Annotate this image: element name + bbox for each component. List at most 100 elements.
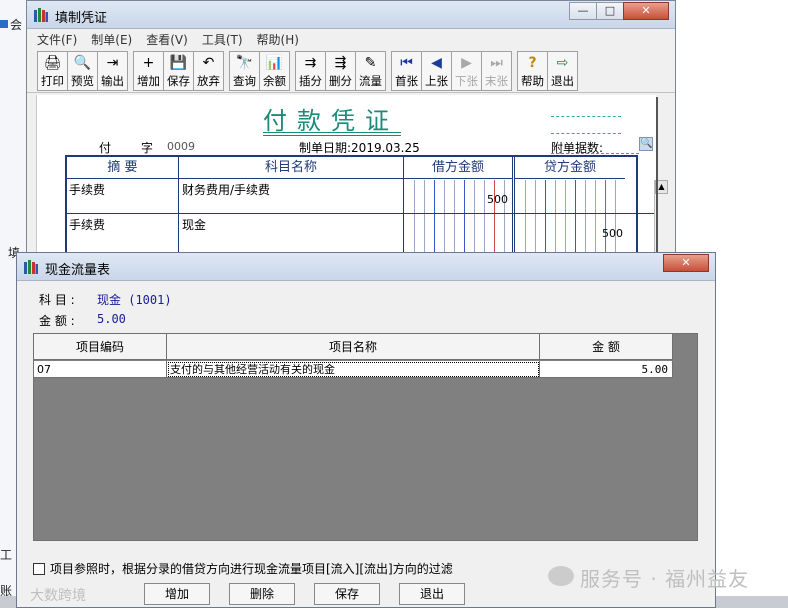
delete-entry-button[interactable]: ⇶ 删分 [325,51,356,91]
discard-button[interactable]: ↶ 放弃 [193,51,224,91]
column-header-code[interactable]: 项目编码 [34,334,167,360]
delete-row-icon: ⇶ [334,55,347,71]
binoculars-icon: 🔭 [235,55,254,71]
cash-flow-dialog-titlebar[interactable]: 现金流量表 ✕ [17,253,715,281]
entry-summary[interactable]: 手续费 [69,216,105,233]
exit-button[interactable]: ⇨ 退出 [547,51,578,91]
filter-checkbox[interactable] [33,562,45,575]
pen-icon: ✎ [364,55,377,71]
save-button[interactable]: 💾 保存 [163,51,194,91]
grid-line [67,213,654,214]
help-button[interactable]: ? 帮助 [517,51,548,91]
table-cell-amount[interactable]: 5.00 [540,361,673,378]
credit-digit-lines [515,180,625,262]
background-fragment: 工 [0,548,13,562]
add-button[interactable]: + 增加 [133,51,164,91]
minimize-button[interactable]: — [569,2,597,20]
menu-tools[interactable]: 工具(T) [202,31,243,48]
cash-flow-dialog: 现金流量表 ✕ 科 目 : 现金 (1001) 金 额 : 5.00 项目编码 … [16,252,716,608]
filter-checkbox-label: 项目参照时，根据分录的借贷方向进行现金流量项目[流入][流出]方向的过滤 [50,562,453,576]
export-button[interactable]: ⇥ 输出 [97,51,128,91]
magnifier-icon[interactable]: 🔍 [639,137,653,151]
printer-icon: 🖨 [43,55,62,71]
next-button[interactable]: ▶ 下张 [451,51,482,91]
column-header-summary: 摘 要 [67,157,178,179]
last-button[interactable]: ⏭ 末张 [481,51,512,91]
maximize-button[interactable]: □ [596,2,624,20]
cash-flow-dialog-body: 科 目 : 现金 (1001) 金 额 : 5.00 项目编码 项目名称 金 额… [17,281,715,607]
menu-help[interactable]: 帮助(H) [257,31,299,48]
menu-bar: 文件(F) 制单(E) 查看(V) 工具(T) 帮助(H) [27,29,675,49]
insert-row-icon: ⇉ [304,55,317,71]
menu-edit[interactable]: 制单(E) [91,31,132,48]
entry-account[interactable]: 现金 [182,216,206,233]
menu-view[interactable]: 查看(V) [146,31,188,48]
voucher-window: 填制凭证 — □ ✕ 文件(F) 制单(E) 查看(V) 工具(T) 帮助(H)… [26,0,676,262]
query-button[interactable]: 🔭 查询 [229,51,260,91]
bar-chart-icon: 📊 [265,55,284,71]
watermark-text-secondary: 大数跨境 [30,588,86,604]
column-header-name[interactable]: 项目名称 [167,334,540,360]
next-icon: ▶ [461,55,472,71]
close-icon: ✕ [681,256,691,269]
subject-label: 科 目 : [39,293,75,307]
amount-label: 金 额 : [39,314,75,328]
preview-icon: 🔍 [73,55,92,71]
column-header-debit: 借方金额 [404,157,512,179]
minimize-icon: — [577,4,589,17]
first-button[interactable]: ⏮ 首张 [391,51,422,91]
table-cell-name[interactable]: 支付的与其他经营活动有关的现金 [167,361,540,378]
title-underline [263,135,401,136]
exit-button[interactable]: 退出 [399,583,465,605]
title-underline [263,132,401,133]
table-cell-code[interactable]: 07 [34,361,167,378]
background-fragment: 会 [10,18,23,32]
exit-door-icon: ⇨ [556,55,569,71]
watermark-text: 服务号 · 福州益友 [580,567,750,591]
export-icon: ⇥ [106,55,119,71]
delete-button[interactable]: 删除 [229,583,295,605]
menu-file[interactable]: 文件(F) [37,31,77,48]
books-icon [24,260,38,274]
balance-button[interactable]: 📊 余额 [259,51,290,91]
close-icon: ✕ [641,4,651,17]
add-button[interactable]: 增加 [144,583,210,605]
entry-credit[interactable]: 500 [602,227,623,240]
entry-debit[interactable]: 500 [487,193,508,206]
undo-icon: ↶ [202,55,215,71]
maximize-icon: □ [604,4,616,17]
insert-entry-button[interactable]: ⇉ 插分 [295,51,326,91]
grid-line [512,157,513,262]
help-icon: ? [528,55,537,71]
dialog-close-button[interactable]: ✕ [663,254,709,272]
entry-summary[interactable]: 手续费 [69,181,105,198]
background-app-icon [0,20,8,28]
last-icon: ⏭ [490,55,503,71]
cash-flow-table: 项目编码 项目名称 金 额 07 支付的与其他经营活动有关的现金 5.00 [33,333,698,541]
previous-button[interactable]: ◀ 上张 [421,51,452,91]
books-icon [34,8,48,22]
toolbar: 🖨 打印 🔍 预览 ⇥ 输出 + 增加 💾 保存 ↶ 放弃 🔭 查询 📊 余额 ⇉ 插分 ⇶ 删分 … [27,49,675,93]
column-header-amount[interactable]: 金 额 [540,334,673,360]
save-icon: 💾 [169,55,188,71]
entry-account[interactable]: 财务费用/手续费 [182,181,270,198]
voucher-number[interactable]: 0009 [167,140,195,153]
voucher-date[interactable]: 制单日期:2019.03.25 [299,139,420,156]
voucher-window-title: 填制凭证 [55,11,108,26]
save-button[interactable]: 保存 [314,583,380,605]
voucher-word-char: 字 [141,141,154,155]
voucher-entry-grid: 摘 要 科目名称 借方金额 贷方金额 手续费 财务费用/手续费 500 手续费 … [65,155,668,262]
voucher-form: 付款凭证 付 字 0009 制单日期:2019.03.25 附单据数: 🔍 摘 … [36,95,668,262]
filter-option[interactable]: 项目参照时，根据分录的借贷方向进行现金流量项目[流入][流出]方向的过滤 [33,560,453,577]
close-button[interactable]: ✕ [623,2,669,20]
cash-flow-button[interactable]: ✎ 流量 [355,51,386,91]
add-icon: + [142,55,155,71]
voucher-title: 付款凭证 [263,107,399,135]
print-button[interactable]: 🖨 打印 [37,51,68,91]
dashed-line [551,133,621,134]
column-header-account: 科目名称 [179,157,403,179]
attachments-field[interactable] [551,153,639,154]
preview-button[interactable]: 🔍 预览 [67,51,98,91]
voucher-window-titlebar[interactable]: 填制凭证 — □ ✕ [27,1,675,29]
voucher-right-border [656,97,662,260]
